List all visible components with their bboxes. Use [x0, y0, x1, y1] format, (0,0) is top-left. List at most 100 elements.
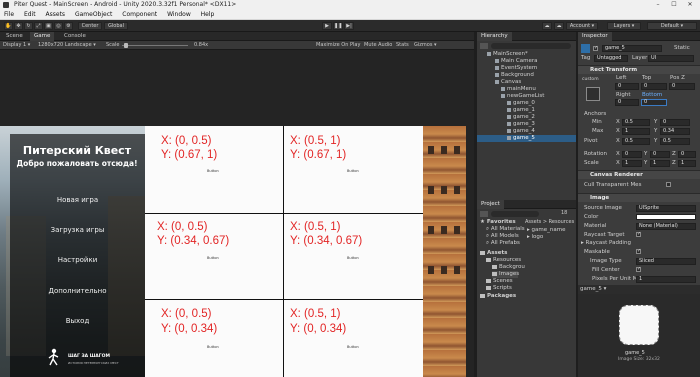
collab-icon[interactable]: ☁ [542, 22, 552, 30]
project-tree-backgrounds[interactable]: Backgrou [492, 264, 525, 271]
menu-file[interactable]: File [4, 11, 14, 18]
canvas-renderer-header[interactable]: Canvas Renderer [578, 170, 700, 179]
display-dropdown[interactable]: Display 1 ▾ [3, 41, 30, 50]
min-x-field[interactable]: 0.5 [622, 119, 650, 126]
minimize-button[interactable]: – [650, 0, 666, 10]
hand-tool-icon[interactable]: ✋ [4, 22, 13, 30]
scale-y-field[interactable]: 1 [650, 160, 670, 167]
exit-button[interactable]: Выход [20, 317, 135, 325]
load-game-button[interactable]: Загрузка игры [20, 226, 135, 234]
rot-x-field[interactable]: 0 [622, 151, 642, 158]
raycast-padding-foldout[interactable]: ▸ Raycast Padding [581, 239, 631, 247]
object-name-field[interactable]: game_5 [602, 45, 662, 52]
rot-y-field[interactable]: 0 [650, 151, 670, 158]
max-x-field[interactable]: 1 [622, 128, 650, 135]
project-tree-resources[interactable]: Resources [486, 257, 521, 264]
left-field[interactable]: 0 [615, 83, 639, 90]
image-component-header[interactable]: Image [578, 193, 700, 202]
project-tree-assets[interactable]: Assets [480, 250, 507, 257]
pivot-x-field[interactable]: 0.5 [622, 138, 650, 145]
bottom-field[interactable]: 0 [641, 99, 667, 106]
settings-button[interactable]: Настройки [20, 256, 135, 264]
pivot-y-field[interactable]: 0.5 [660, 138, 690, 145]
global-toggle[interactable]: Global [104, 22, 128, 30]
hierarchy-item-main-camera[interactable]: Main Camera [495, 58, 537, 65]
project-tree-all-models[interactable]: ⌕ All Models [486, 233, 519, 240]
project-file-game-name[interactable]: ▸ game_name [527, 227, 565, 234]
menu-window[interactable]: Window [167, 11, 191, 18]
max-y-field[interactable]: 0.34 [660, 128, 690, 135]
maximize-on-play-toggle[interactable]: Maximize On Play [316, 41, 360, 50]
hierarchy-search-input[interactable] [491, 43, 571, 49]
cloud-icon[interactable]: ☁ [554, 22, 564, 30]
cell-button-label[interactable]: Button [347, 345, 359, 349]
rect-tool-icon[interactable]: ▣ [44, 22, 53, 30]
cell-button-label[interactable]: Button [207, 169, 219, 173]
scale-slider-handle[interactable] [124, 43, 128, 48]
anchor-preset-button[interactable] [586, 87, 600, 101]
game-view[interactable]: Питерский Квест Добро пожаловать отсюда!… [0, 50, 474, 377]
hierarchy-item-game-4[interactable]: game_4 [507, 128, 535, 135]
menu-edit[interactable]: Edit [24, 11, 36, 18]
create-asset-icon[interactable] [480, 211, 488, 217]
image-type-dropdown[interactable]: Sliced [636, 258, 696, 265]
active-checkbox[interactable] [593, 45, 598, 51]
gizmos-dropdown[interactable]: Gizmos ▾ [414, 41, 437, 50]
preview-bar[interactable]: game_5 ▾ [578, 285, 700, 294]
project-search-input[interactable] [491, 211, 539, 217]
hierarchy-item-canvas[interactable]: Canvas [495, 79, 521, 86]
project-tree-favorites[interactable]: ★ Favorites [480, 219, 516, 226]
extras-button[interactable]: Дополнительно [20, 287, 135, 295]
maskable-checkbox[interactable] [636, 248, 641, 254]
pixels-per-unit-field[interactable]: 1 [636, 276, 696, 283]
scale-tool-icon[interactable]: ⤢ [34, 22, 43, 30]
tab-project[interactable]: Project [477, 200, 504, 209]
menu-help[interactable]: Help [201, 11, 215, 18]
layout-dropdown[interactable]: Default ▾ [647, 22, 697, 30]
scale-z-field[interactable]: 1 [678, 160, 696, 167]
project-file-logo[interactable]: ▸ logo [527, 234, 543, 241]
hierarchy-item-game-5[interactable]: game_5 [477, 135, 576, 142]
tab-console[interactable]: Console [60, 32, 90, 41]
rot-z-field[interactable]: 0 [678, 151, 696, 158]
cell-button-label[interactable]: Button [347, 169, 359, 173]
project-tree-scripts[interactable]: Scripts [486, 285, 512, 292]
account-dropdown[interactable]: Account ▾ [566, 22, 598, 30]
cull-transparent-checkbox[interactable] [666, 182, 671, 187]
rect-transform-header[interactable]: Rect Transform [578, 65, 700, 74]
cell-button-label[interactable]: Button [347, 256, 359, 260]
anchors-label[interactable]: Anchors [584, 110, 606, 118]
color-swatch[interactable] [636, 214, 696, 220]
mute-audio-toggle[interactable]: Mute Audio [364, 41, 392, 50]
transform-tool-icon[interactable]: ◎ [54, 22, 63, 30]
hierarchy-item-game-2[interactable]: game_2 [507, 114, 535, 121]
game-canvas[interactable]: Питерский Квест Добро пожаловать отсюда!… [0, 126, 466, 377]
tag-dropdown[interactable]: Untagged [594, 55, 628, 62]
tab-game[interactable]: Game [30, 32, 55, 41]
stats-toggle[interactable]: Stats [396, 41, 409, 50]
cell-button-label[interactable]: Button [207, 256, 219, 260]
tab-hierarchy[interactable]: Hierarchy [477, 32, 512, 41]
rotate-tool-icon[interactable]: ↻ [24, 22, 33, 30]
hierarchy-item-eventsystem[interactable]: EventSystem [495, 65, 537, 72]
hierarchy-item-game-1[interactable]: game_1 [507, 107, 535, 114]
close-button[interactable]: ✕ [682, 0, 698, 10]
menu-assets[interactable]: Assets [46, 11, 66, 18]
custom-tool-icon[interactable]: ⚙ [64, 22, 73, 30]
scale-slider-track[interactable] [122, 45, 188, 46]
add-object-icon[interactable] [480, 43, 488, 49]
pivot-center-toggle[interactable]: Center [78, 22, 102, 30]
top-field[interactable]: 0 [641, 83, 667, 90]
project-tree-all-prefabs[interactable]: ⌕ All Prefabs [486, 240, 520, 247]
hierarchy-item-game-0[interactable]: game_0 [507, 100, 535, 107]
layer-dropdown[interactable]: UI [648, 55, 694, 62]
source-image-field[interactable]: UISprite [636, 205, 696, 212]
fill-center-checkbox[interactable] [636, 266, 641, 272]
hierarchy-item-mainscreen[interactable]: MainScreen* [487, 51, 576, 58]
raycast-target-checkbox[interactable] [636, 231, 641, 237]
menu-component[interactable]: Component [122, 11, 157, 18]
material-field[interactable]: None (Material) [636, 223, 696, 230]
project-breadcrumb[interactable]: Assets > Resources [525, 219, 574, 226]
scale-x-field[interactable]: 1 [622, 160, 642, 167]
layers-dropdown[interactable]: Layers ▾ [607, 22, 641, 30]
